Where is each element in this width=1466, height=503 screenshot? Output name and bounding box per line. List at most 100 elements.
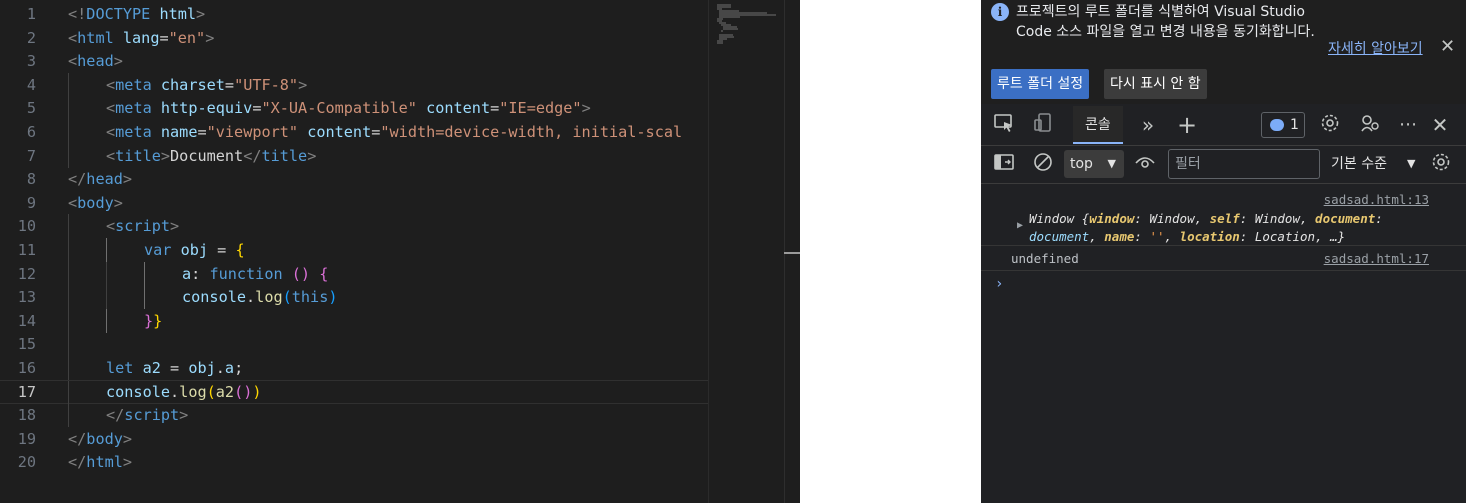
code-line[interactable]: 18 </script> xyxy=(0,403,708,428)
code-text: <title>Document</title> xyxy=(106,144,316,168)
live-expression-eye-icon[interactable] xyxy=(1132,151,1158,177)
code-token: > xyxy=(205,28,215,47)
code-line[interactable]: 16 let a2 = obj.a; xyxy=(0,356,708,380)
code-text: <meta http-equiv = "X-UA-Compatible" conte… xyxy=(106,96,591,120)
minimap[interactable] xyxy=(708,0,784,503)
close-icon[interactable]: ✕ xyxy=(1440,36,1455,57)
log-level-select[interactable]: 기본 수준 ▼ xyxy=(1331,150,1421,178)
code-line[interactable]: 13 console.log(this) xyxy=(0,285,708,310)
context-select[interactable]: top ▼ xyxy=(1064,150,1124,178)
code-token: "IE=edge" xyxy=(499,99,582,118)
code-token: meta xyxy=(115,123,152,141)
indent-guide xyxy=(68,403,69,428)
clear-console-icon[interactable] xyxy=(1030,151,1056,177)
code-token: body xyxy=(86,429,123,448)
code-token: script xyxy=(124,406,180,425)
gear-icon[interactable] xyxy=(1317,112,1343,138)
code-token: meta xyxy=(115,75,152,94)
customize-icon[interactable] xyxy=(1357,112,1383,138)
indent-guide xyxy=(68,72,69,97)
more-tabs-icon[interactable]: » xyxy=(1135,112,1161,138)
indent-guide xyxy=(106,285,107,310)
set-root-folder-button[interactable]: 루트 폴더 설정 xyxy=(991,69,1090,99)
indent-guide xyxy=(68,214,69,239)
dont-show-again-button[interactable]: 다시 표시 안 함 xyxy=(1104,69,1207,99)
code-text: console.log(a2()) xyxy=(106,381,262,403)
code-line[interactable]: 1 <!DOCTYPE html> xyxy=(0,2,708,26)
issues-badge[interactable]: 1 xyxy=(1261,112,1305,138)
code-token: < xyxy=(106,123,116,141)
code-token: { xyxy=(235,241,245,259)
filter-input[interactable] xyxy=(1168,149,1320,179)
console-settings-gear-icon[interactable] xyxy=(1428,151,1454,177)
code-token: : xyxy=(191,264,210,283)
code-line[interactable]: 10 <script> xyxy=(0,214,708,239)
code-text: let a2 = obj.a; xyxy=(106,356,243,380)
code-line[interactable]: 6 <meta name="viewport" content="width=de… xyxy=(0,120,708,144)
device-toolbar-icon[interactable] xyxy=(1030,112,1056,138)
code-line[interactable]: 8 </head> xyxy=(0,167,708,191)
more-options-icon[interactable]: ⋯ xyxy=(1395,112,1421,138)
object-key: document xyxy=(1315,211,1376,226)
context-value: top xyxy=(1070,156,1093,172)
code-line[interactable]: 9 <body> xyxy=(0,191,708,215)
close-devtools-icon[interactable]: ✕ xyxy=(1427,112,1453,138)
code-token: < xyxy=(106,146,116,165)
code-line[interactable]: 7 <title>Document</title> xyxy=(0,143,708,168)
code-token: < xyxy=(68,28,78,47)
code-line[interactable]: 14}} xyxy=(0,308,708,333)
code-line[interactable]: 20 </html> xyxy=(0,450,708,474)
code-line[interactable]: 4 <meta charset="UTF-8"> xyxy=(0,72,708,97)
code-token: html xyxy=(86,453,123,472)
window-object-preview[interactable]: Window {window: Window, self: Window, do… xyxy=(1029,210,1439,246)
object-value: Window xyxy=(1254,211,1300,226)
indent-guide xyxy=(68,332,69,357)
code-line[interactable]: 17 console.log(a2()) xyxy=(0,379,708,405)
code-token: </ xyxy=(68,453,87,472)
learn-more-link[interactable]: 자세히 알아보기 xyxy=(1328,38,1423,58)
line-number: 6 xyxy=(26,123,36,141)
inspect-element-icon[interactable] xyxy=(991,112,1017,138)
expand-triangle-icon[interactable]: ▶ xyxy=(1017,220,1023,231)
code-token: name xyxy=(160,123,198,141)
line-number: 7 xyxy=(26,146,36,165)
code-token: meta xyxy=(115,99,152,118)
code-line[interactable]: 12 a: function () { xyxy=(0,261,708,286)
code-line[interactable]: 5 <meta http-equiv = "X-UA-Compatible" cont… xyxy=(0,96,708,121)
issues-count: 1 xyxy=(1290,117,1299,133)
code-text: <script> xyxy=(106,214,179,238)
code-editor[interactable]: 1 <!DOCTYPE html> 2 <html lang="en"> 3 <head>… xyxy=(0,0,708,503)
console-message: undefined sadsad.html:17 xyxy=(981,246,1466,271)
source-link[interactable]: sadsad.html:17 xyxy=(1324,251,1429,266)
code-token: head xyxy=(86,170,123,189)
code-token: } xyxy=(153,311,163,330)
source-link[interactable]: sadsad.html:13 xyxy=(1324,192,1429,207)
console-prompt[interactable]: › xyxy=(995,276,1003,292)
indent-guide xyxy=(68,143,69,168)
code-line[interactable]: 2 <html lang="en"> xyxy=(0,26,708,50)
code-token: html xyxy=(159,5,197,23)
code-line[interactable]: 11 var obj = { xyxy=(0,238,708,262)
indent-guide xyxy=(68,238,69,262)
line-number: 11 xyxy=(17,241,36,259)
code-text: <meta charset="UTF-8"> xyxy=(106,73,307,97)
code-token: < xyxy=(106,75,116,94)
devtools-panel: i 프로젝트의 루트 폴더를 식별하여 Visual Studio Code 소… xyxy=(981,0,1466,503)
code-line[interactable]: 3 <head> xyxy=(0,49,708,73)
add-tab-icon[interactable]: + xyxy=(1174,112,1200,138)
tab-console[interactable]: 콘솔 xyxy=(1073,106,1123,144)
code-line[interactable]: 15 xyxy=(0,332,708,357)
object-key: location xyxy=(1179,229,1240,244)
code-token: > xyxy=(113,52,123,71)
code-line[interactable]: 19 </body> xyxy=(0,427,708,451)
line-number: 16 xyxy=(17,359,36,377)
code-token: > xyxy=(307,146,317,165)
code-token: Document xyxy=(170,146,244,165)
code-token: a xyxy=(182,264,192,283)
indent-guide xyxy=(68,356,69,380)
info-icon: i xyxy=(991,3,1009,21)
indent-guide xyxy=(68,261,69,286)
sidebar-toggle-icon[interactable] xyxy=(991,151,1017,177)
